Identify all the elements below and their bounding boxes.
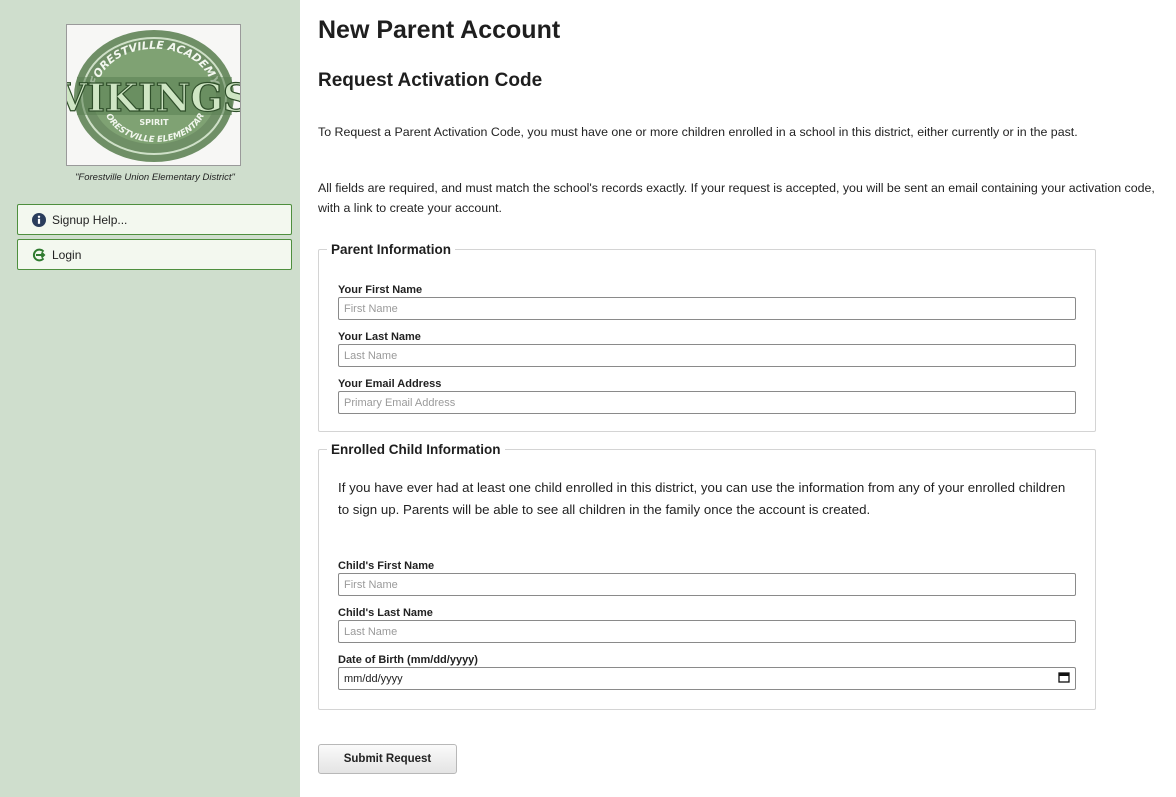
parent-information-section: Parent Information Your First Name Your … — [318, 242, 1096, 432]
vikings-logo-icon: FORESTVILLE ACADEMY VIKINGS SPIRIT FORES… — [67, 25, 241, 162]
child-first-name-input[interactable] — [338, 573, 1076, 596]
signup-help-button[interactable]: Signup Help... — [17, 204, 292, 235]
parent-email-label: Your Email Address — [338, 378, 442, 390]
signup-help-label: Signup Help... — [52, 212, 128, 227]
login-button[interactable]: Login — [17, 239, 292, 270]
page-subtitle: Request Activation Code — [318, 70, 543, 91]
sidebar: FORESTVILLE ACADEMY VIKINGS SPIRIT FORES… — [0, 0, 300, 797]
svg-text:SPIRIT: SPIRIT — [139, 118, 169, 127]
dob-date-input[interactable]: mm/dd/yyyy — [338, 667, 1076, 690]
school-logo: FORESTVILLE ACADEMY VIKINGS SPIRIT FORES… — [66, 24, 241, 166]
intro-fields-text: All fields are required, and must match … — [318, 181, 1155, 215]
dob-value: mm/dd/yyyy — [344, 672, 403, 685]
child-information-legend: Enrolled Child Information — [331, 442, 501, 457]
login-icon — [32, 248, 46, 262]
child-last-name-input[interactable] — [338, 620, 1076, 643]
child-section-description: If you have ever had at least one child … — [338, 480, 1066, 517]
info-icon — [32, 212, 46, 227]
parent-first-name-label: Your First Name — [338, 284, 423, 296]
intro-requirements-text: To Request a Parent Activation Code, you… — [318, 125, 1078, 139]
calendar-icon[interactable] — [1058, 671, 1070, 686]
district-caption: "Forestville Union Elementary District" — [75, 172, 235, 183]
parent-first-name-input[interactable] — [338, 297, 1076, 320]
child-last-name-label: Child's Last Name — [338, 607, 433, 619]
submit-request-button[interactable]: Submit Request — [318, 744, 457, 774]
login-label: Login — [52, 247, 82, 262]
svg-text:VIKINGS: VIKINGS — [67, 75, 241, 120]
dob-label: Date of Birth (mm/dd/yyyy) — [338, 654, 478, 666]
parent-last-name-label: Your Last Name — [338, 331, 421, 343]
parent-email-input[interactable] — [338, 391, 1076, 414]
child-first-name-label: Child's First Name — [338, 560, 435, 572]
parent-last-name-input[interactable] — [338, 344, 1076, 367]
parent-information-legend: Parent Information — [331, 242, 452, 257]
child-information-section: Enrolled Child Information If you have e… — [318, 442, 1096, 710]
page-title: New Parent Account — [318, 16, 561, 44]
